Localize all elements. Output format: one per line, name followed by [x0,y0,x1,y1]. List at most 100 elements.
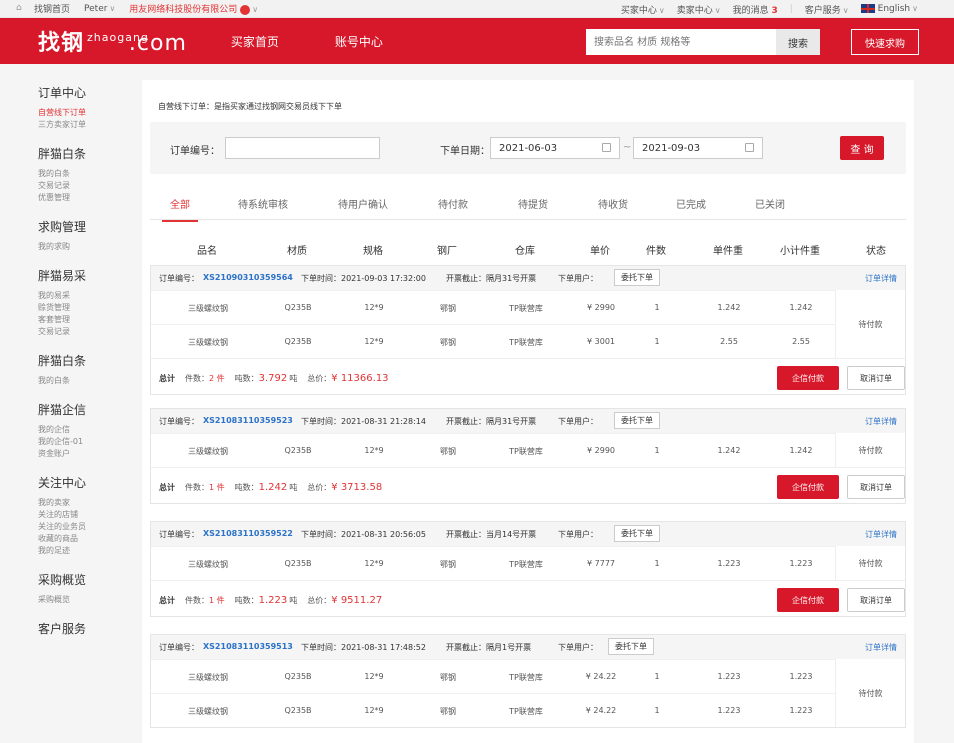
search-input[interactable] [586,29,776,55]
order-user-label: 下单用户： [558,530,598,539]
sidebar-item[interactable]: 我的企信-01 [38,436,138,448]
user-menu[interactable]: Peter ∨ [84,4,115,14]
sidebar-item[interactable]: 我的企信 [38,424,138,436]
order-detail-link[interactable]: 订单详情 [865,273,897,284]
pay-button[interactable]: 企信付款 [777,588,839,612]
order-footer: 总计 件数：1 件吨数：1.242 吨总价：¥ 3713.58 企信付款 取消订单 [151,467,905,503]
search-bar: 搜索 [586,29,820,55]
order-header: 订单编号： XS21083110359523 下单时间：2021-08-31 21:… [151,409,905,433]
cell-8: 1.242 [789,446,813,455]
cell-2: 12*9 [364,446,384,455]
sidebar-item[interactable]: 交易记录 [38,326,138,338]
search-button[interactable]: 搜索 [776,29,820,55]
sidebar-item[interactable]: 交易记录 [38,180,138,192]
sidebar-item[interactable]: 我的卖家 [38,497,138,509]
tab-4[interactable]: 待提货 [518,196,548,211]
sidebar-item[interactable]: 三方卖家订单 [38,119,138,131]
tab-1[interactable]: 待系统审核 [238,196,288,211]
pay-button[interactable]: 企信付款 [777,366,839,390]
cell-7: 1.242 [717,446,741,455]
home-icon: ⌂ [16,3,22,13]
sidebar-section-title[interactable]: 胖猫易采 [38,267,138,284]
sidebar-item[interactable]: 赊货管理 [38,302,138,314]
order-time: 下单时间：2021-08-31 21:28:14 [301,417,426,426]
messages-link[interactable]: 我的消息 3 [733,3,778,16]
cell-3: 鄂钢 [440,304,456,313]
order-no[interactable]: XS21083110359522 [203,529,293,538]
sidebar-item[interactable]: 资金账户 [38,448,138,460]
sidebar-item[interactable]: 我的求购 [38,241,138,253]
cell-6: 1 [654,337,660,346]
cell-5: ¥ 2990 [587,303,615,312]
sidebar-item[interactable]: 我的易采 [38,290,138,302]
sidebar-section-title[interactable]: 订单中心 [38,84,138,101]
column-header: 仓库 [515,246,535,257]
order-no[interactable]: XS21083110359523 [203,416,293,425]
quick-purchase-button[interactable]: 快速求购 [851,29,919,55]
sidebar-item[interactable]: 我的足迹 [38,545,138,557]
cell-5: ¥ 24.22 [585,672,617,681]
order-no-label: 订单编号： [159,417,199,426]
order-status: 待付款 [835,659,905,727]
buyer-center-menu[interactable]: 买家中心 ∨ [621,3,665,16]
company-menu[interactable]: 用友网络科技股份有限公司 ∨ [129,2,258,15]
date-from-input[interactable]: 2021-06-03 [490,137,620,159]
total-label: 总计 [159,374,175,383]
tab-0[interactable]: 全部 [162,196,198,222]
sidebar-item[interactable]: 关注的店铺 [38,509,138,521]
chevron-down-icon: ∨ [252,5,259,14]
order-time: 下单时间：2021-09-03 17:32:00 [301,274,426,283]
cell-8: 1.223 [789,706,813,715]
order-rows: 三级螺纹钢 Q235B 12*9 鄂钢 TP联营库 ¥ 7777 1 1.223 1.223 待付… [151,546,905,580]
order-detail-link[interactable]: 订单详情 [865,529,897,540]
order-detail-link[interactable]: 订单详情 [865,416,897,427]
sidebar-section-title[interactable]: 胖猫白条 [38,145,138,162]
sidebar-item[interactable]: 采购概览 [38,594,138,606]
order-rows: 三级螺纹钢 Q235B 12*9 鄂钢 TP联营库 ¥ 2990 1 1.242 1.242 待付… [151,433,905,467]
tab-7[interactable]: 已关闭 [755,196,785,211]
main-panel: 自营线下订单：是指买家通过找钢网交易员线下下单 订单编号： 下单日期： 2021… [142,80,914,743]
date-to-input[interactable]: 2021-09-03 [633,137,763,159]
cell-6: 1 [654,672,660,681]
sidebar-item[interactable]: 自营线下订单 [38,107,138,119]
weight-value: 1.242 [258,482,288,493]
order-no-input[interactable] [225,137,380,159]
order-detail-link[interactable]: 订单详情 [865,642,897,653]
cancel-order-button[interactable]: 取消订单 [847,475,905,499]
sidebar-section-title[interactable]: 胖猫白条 [38,352,138,369]
sidebar-item[interactable]: 收藏的商品 [38,533,138,545]
sidebar-item[interactable]: 我的白条 [38,168,138,180]
cell-7: 1.242 [717,303,741,312]
cell-7: 2.55 [720,337,738,346]
cancel-order-button[interactable]: 取消订单 [847,588,905,612]
language-menu[interactable]: English ∨ [860,4,918,14]
cell-0: 三级螺纹钢 [188,304,228,313]
nav-item[interactable]: 买家首页 [231,33,279,50]
service-menu[interactable]: 客户服务 ∨ [805,3,849,16]
home-link[interactable]: 找钢首页 [34,2,70,15]
sidebar-item[interactable]: 优惠管理 [38,192,138,204]
sidebar-section-title[interactable]: 求购管理 [38,218,138,235]
site-logo[interactable]: 找钢 zhaogang .com [38,25,187,57]
sidebar-item[interactable]: 客套管理 [38,314,138,326]
sidebar-section-title[interactable]: 客户服务 [38,620,138,637]
order-no[interactable]: XS21090310359564 [203,273,293,282]
tab-6[interactable]: 已完成 [676,196,706,211]
order-no[interactable]: XS21083110359513 [203,642,293,651]
tab-3[interactable]: 待付款 [438,196,468,211]
total-label: 总计 [159,596,175,605]
cancel-order-button[interactable]: 取消订单 [847,366,905,390]
sidebar-section-title[interactable]: 关注中心 [38,474,138,491]
sidebar-item[interactable]: 我的白条 [38,375,138,387]
sidebar-item[interactable]: 关注的业务员 [38,521,138,533]
filter-bar: 订单编号： 下单日期： 2021-06-03 ~ 2021-09-03 查 询 [150,122,906,174]
nav-item[interactable]: 账号中心 [335,33,383,50]
cell-7: 1.223 [717,706,741,715]
sidebar-section-title[interactable]: 胖猫企信 [38,401,138,418]
query-button[interactable]: 查 询 [840,136,884,160]
seller-center-menu[interactable]: 卖家中心 ∨ [677,3,721,16]
pay-button[interactable]: 企信付款 [777,475,839,499]
tab-2[interactable]: 待用户确认 [338,196,388,211]
tab-5[interactable]: 待收货 [598,196,628,211]
sidebar-section-title[interactable]: 采购概览 [38,571,138,588]
